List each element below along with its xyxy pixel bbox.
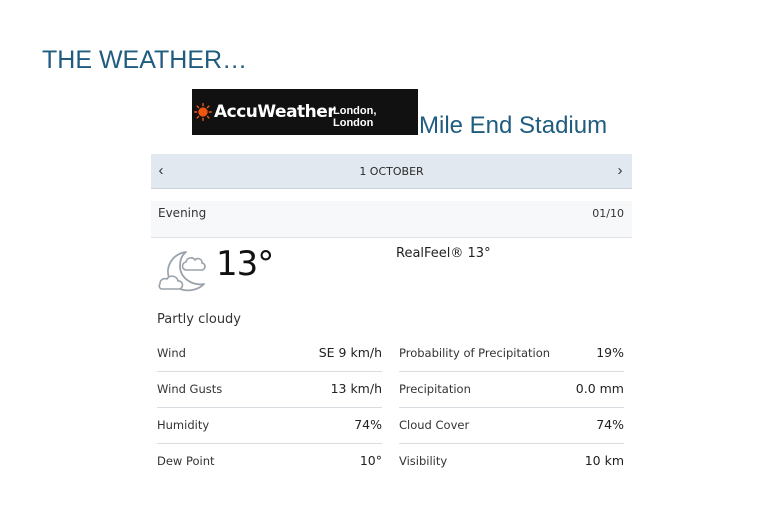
detail-value: 19% bbox=[596, 345, 624, 360]
detail-value: 13 km/h bbox=[330, 381, 382, 396]
details-left-column: Wind SE 9 km/h Wind Gusts 13 km/h Humidi… bbox=[157, 336, 382, 479]
brand-name: AccuWeather bbox=[214, 102, 336, 122]
detail-value: SE 9 km/h bbox=[318, 345, 382, 360]
period-date: 01/10 bbox=[592, 207, 624, 220]
realfeel-temperature: RealFeel® 13° bbox=[396, 246, 491, 261]
detail-label: Probability of Precipitation bbox=[399, 346, 551, 360]
detail-label: Precipitation bbox=[399, 382, 471, 396]
detail-value: 74% bbox=[354, 417, 382, 432]
detail-label: Dew Point bbox=[157, 454, 215, 468]
current-temperature: 13° bbox=[216, 244, 274, 284]
weather-condition: Partly cloudy bbox=[157, 312, 241, 327]
partly-cloudy-night-icon bbox=[158, 251, 206, 292]
detail-row-cloud-cover: Cloud Cover 74% bbox=[399, 408, 624, 444]
detail-row-wind-gusts: Wind Gusts 13 km/h bbox=[157, 372, 382, 408]
venue-name: Mile End Stadium bbox=[419, 112, 608, 139]
detail-row-visibility: Visibility 10 km bbox=[399, 444, 624, 479]
detail-value: 0.0 mm bbox=[575, 381, 624, 396]
period-name: Evening bbox=[158, 206, 207, 220]
detail-label: Wind Gusts bbox=[157, 382, 223, 396]
date-label: 1 OCTOBER bbox=[359, 165, 424, 178]
logo-location: London, London bbox=[333, 105, 377, 129]
period-header: Evening 01/10 bbox=[151, 201, 632, 238]
slide-title: THE WEATHER… bbox=[42, 46, 248, 74]
detail-value: 74% bbox=[596, 417, 624, 432]
detail-row-humidity: Humidity 74% bbox=[157, 408, 382, 444]
detail-value: 10° bbox=[359, 453, 382, 468]
detail-label: Wind bbox=[157, 346, 186, 360]
details-right-column: Probability of Precipitation 19% Precipi… bbox=[399, 336, 624, 479]
detail-label: Visibility bbox=[399, 454, 448, 468]
accuweather-logo: AccuWeather London, London bbox=[192, 89, 418, 135]
sun-icon bbox=[194, 103, 212, 121]
detail-label: Cloud Cover bbox=[399, 418, 470, 432]
detail-value: 10 km bbox=[584, 453, 624, 468]
chevron-right-icon[interactable]: › bbox=[612, 162, 628, 180]
forecast-card: ‹ 1 OCTOBER › Evening 01/10 bbox=[151, 154, 632, 238]
detail-row-dew-point: Dew Point 10° bbox=[157, 444, 382, 479]
detail-row-precipitation: Precipitation 0.0 mm bbox=[399, 372, 624, 408]
detail-label: Humidity bbox=[157, 418, 210, 432]
detail-row-precip-probability: Probability of Precipitation 19% bbox=[399, 336, 624, 372]
date-navigation: ‹ 1 OCTOBER › bbox=[151, 154, 632, 189]
detail-row-wind: Wind SE 9 km/h bbox=[157, 336, 382, 372]
